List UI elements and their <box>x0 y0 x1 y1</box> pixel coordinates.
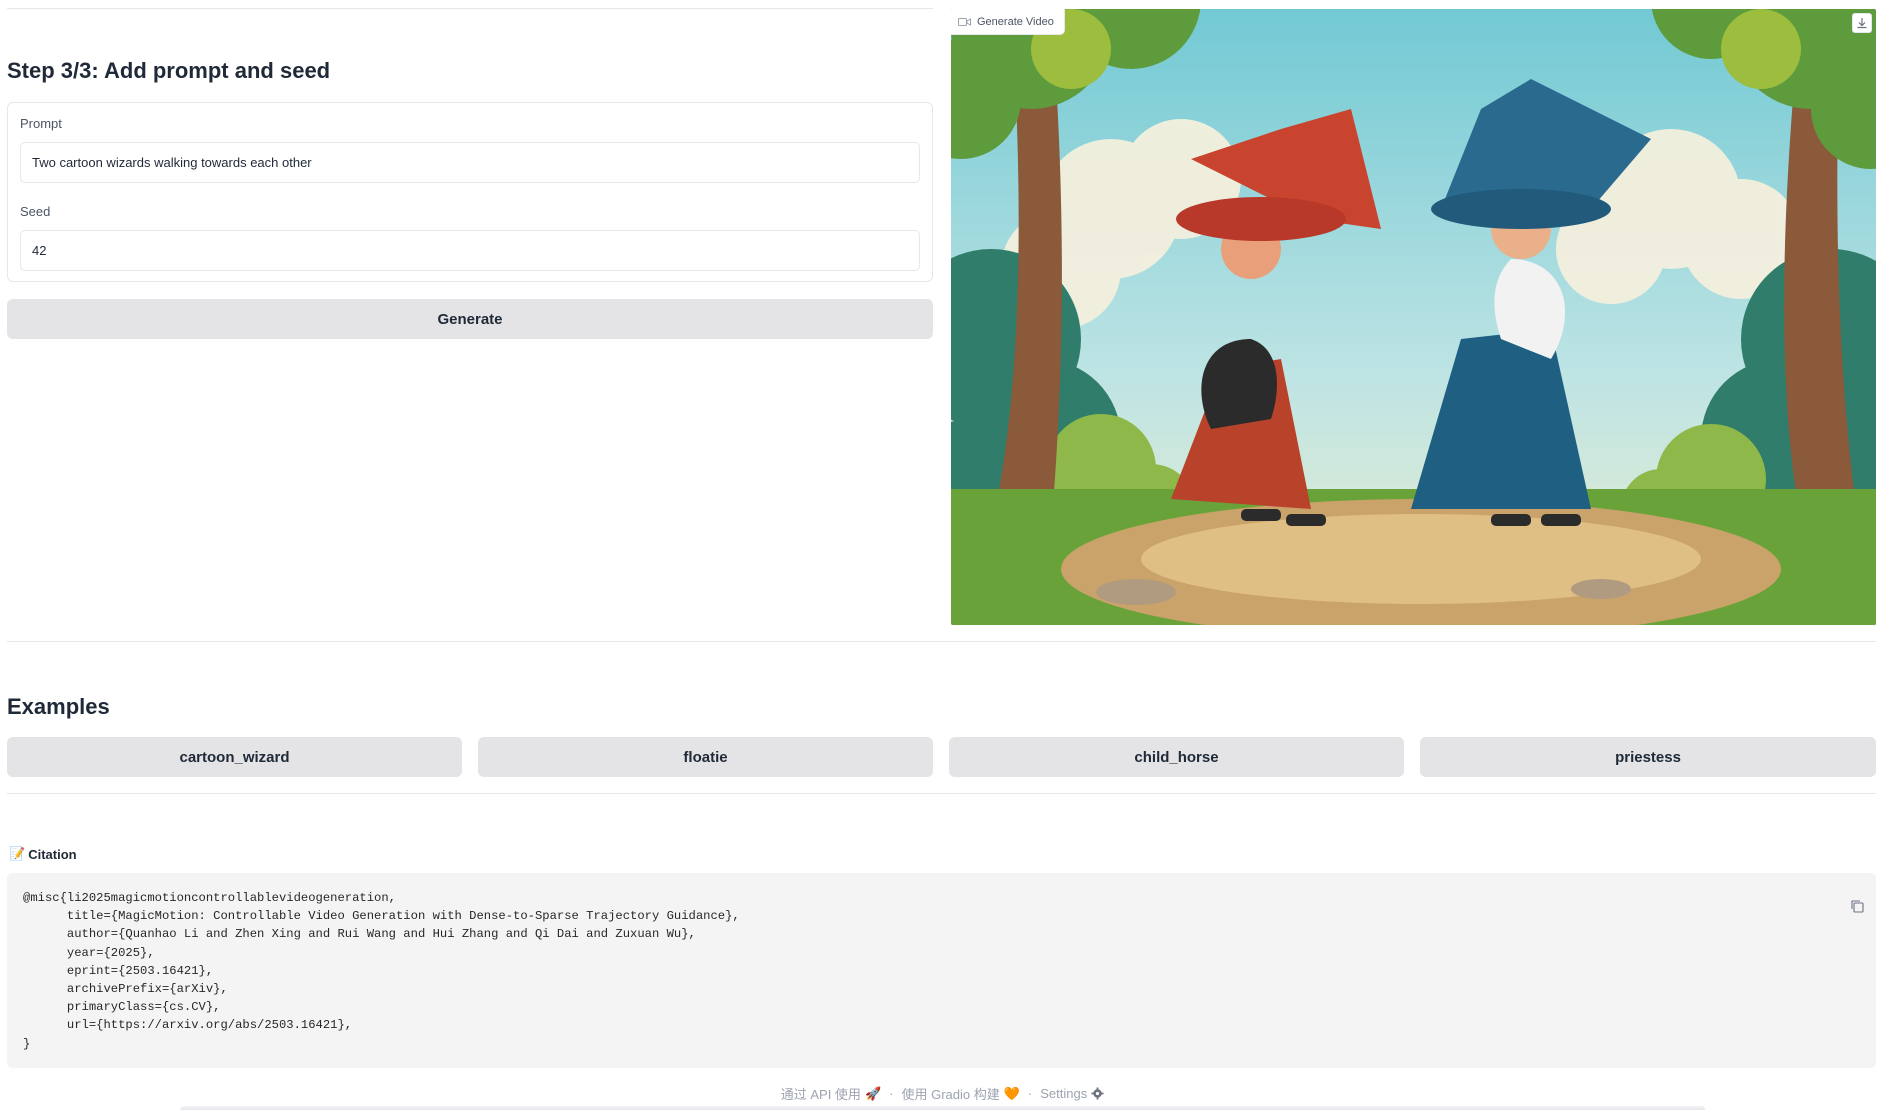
code-line: title={MagicMotion: Controllable Video G… <box>23 909 740 924</box>
gradio-logo-icon: 🧡 <box>1003 1085 1020 1101</box>
settings-label: Settings <box>1040 1086 1088 1101</box>
copy-button[interactable] <box>1821 881 1864 938</box>
mid-divider <box>7 641 1876 642</box>
citation-title: Citation <box>28 846 77 862</box>
code-line: archivePrefix={arXiv}, <box>23 982 228 997</box>
seed-label: Seed <box>20 204 51 219</box>
use-via-api-link[interactable]: 通过 API 使用 🚀 <box>781 1084 881 1103</box>
example-button-priestess[interactable]: priestess <box>1420 737 1876 777</box>
footer: 通过 API 使用 🚀 · 使用 Gradio 构建 🧡 · Settings <box>0 1084 1885 1103</box>
step-title: Step 3/3: Add prompt and seed <box>7 58 331 83</box>
example-button-floatie[interactable]: floatie <box>478 737 933 777</box>
rocket-icon: 🚀 <box>864 1085 882 1101</box>
example-button-cartoon-wizard[interactable]: cartoon_wizard <box>7 737 462 777</box>
code-line: year={2025}, <box>23 945 155 960</box>
citation-code-block[interactable]: @misc{li2025magicmotioncontrollablevideo… <box>7 873 1876 1068</box>
code-line: url={https://arxiv.org/abs/2503.16421}, <box>23 1018 353 1033</box>
citation-heading: 📝 Citation <box>9 846 77 862</box>
footer-separator: · <box>1027 1086 1033 1101</box>
gear-icon <box>1091 1087 1104 1100</box>
prompt-seed-form: Prompt Two cartoon wizards walking towar… <box>7 102 933 282</box>
code-line: author={Quanhao Li and Zhen Xing and Rui… <box>23 927 696 942</box>
code-line: } <box>23 1036 31 1051</box>
footer-separator: · <box>889 1086 894 1101</box>
generated-video[interactable]: Generate Video <box>951 9 1876 625</box>
use-via-api-label: 通过 API 使用 <box>780 1087 861 1102</box>
built-with-gradio-label: 使用 Gradio 构建 <box>901 1087 1000 1102</box>
example-button-child-horse[interactable]: child_horse <box>949 737 1404 777</box>
settings-link[interactable]: Settings <box>1040 1086 1104 1101</box>
download-button[interactable] <box>1852 13 1872 33</box>
examples-divider <box>7 793 1876 794</box>
download-icon <box>1857 18 1867 29</box>
memo-icon: 📝 <box>9 846 26 861</box>
seed-input[interactable]: 42 <box>20 230 920 271</box>
bottom-bar <box>180 1106 1705 1110</box>
prompt-input[interactable]: Two cartoon wizards walking towards each… <box>20 142 920 183</box>
top-divider <box>7 8 933 9</box>
video-tag: Generate Video <box>951 9 1065 35</box>
examples-title: Examples <box>7 694 110 719</box>
built-with-gradio-link[interactable]: 使用 Gradio 构建 🧡 <box>901 1084 1019 1103</box>
video-icon <box>958 17 971 26</box>
copy-icon <box>1851 900 1864 913</box>
prompt-label: Prompt <box>20 116 62 131</box>
code-line: primaryClass={cs.CV}, <box>23 1000 221 1015</box>
code-line: @misc{li2025magicmotioncontrollablevideo… <box>23 891 396 905</box>
video-tag-label: Generate Video <box>977 15 1054 28</box>
code-line: eprint={2503.16421}, <box>23 963 214 978</box>
generate-button[interactable]: Generate <box>7 299 933 339</box>
wizard-scene-image <box>951 9 1876 625</box>
